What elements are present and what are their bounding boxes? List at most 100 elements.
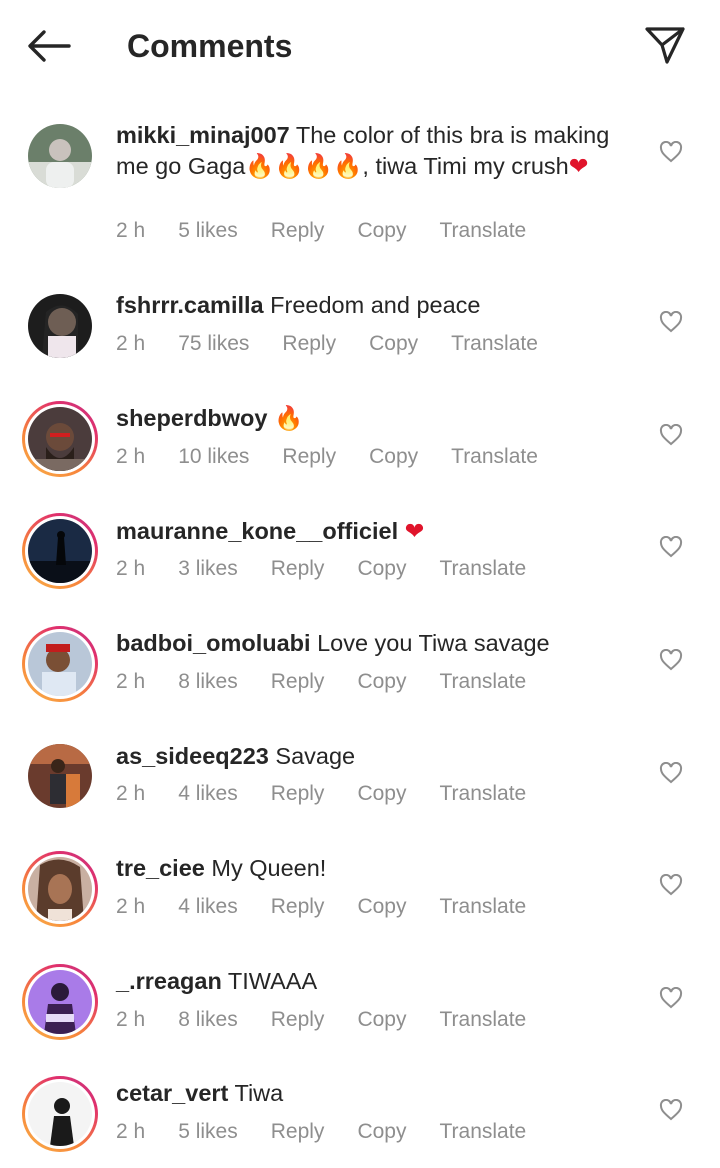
avatar-ring-gap xyxy=(25,854,95,924)
direct-share-button[interactable] xyxy=(640,22,690,68)
avatar-image xyxy=(28,632,92,696)
paper-plane-icon xyxy=(645,27,685,64)
comment-time: 2 h xyxy=(116,782,146,805)
comment-time: 2 h xyxy=(116,895,146,918)
header-bar: Comments xyxy=(0,0,720,92)
copy-button[interactable]: Copy xyxy=(369,445,418,469)
reply-button[interactable]: Reply xyxy=(271,219,325,243)
comment-username[interactable]: tre_ciee xyxy=(116,855,205,881)
translate-button[interactable]: Translate xyxy=(451,445,538,469)
likes-count[interactable]: 4 likes xyxy=(178,895,238,919)
reply-button[interactable]: Reply xyxy=(282,445,336,469)
comment-username[interactable]: badboi_omoluabi xyxy=(116,630,311,656)
reply-button[interactable]: Reply xyxy=(271,670,325,694)
avatar-image xyxy=(28,1082,92,1146)
comment-time: 2 h xyxy=(116,1008,146,1031)
comment-username[interactable]: _.rreagan xyxy=(116,968,222,994)
avatar-image xyxy=(28,407,92,471)
heart-icon xyxy=(659,311,683,333)
comment-meta: 2 h 8 likes Reply Copy Translate xyxy=(116,1005,559,1035)
arrow-left-icon xyxy=(28,30,71,62)
heart-icon xyxy=(659,424,683,446)
avatar[interactable] xyxy=(22,118,98,194)
avatar-image xyxy=(28,124,92,188)
comment-text: mauranne_kone__officiel ❤ xyxy=(116,516,636,547)
comment-meta: 2 h 10 likes Reply Copy Translate xyxy=(116,442,571,472)
like-button[interactable] xyxy=(656,420,686,450)
avatar[interactable] xyxy=(22,964,98,1040)
avatar[interactable] xyxy=(22,851,98,927)
copy-button[interactable]: Copy xyxy=(357,782,406,806)
translate-button[interactable]: Translate xyxy=(439,782,526,806)
comment-time: 2 h xyxy=(116,1120,146,1143)
red-heart-emoji-icon: ❤ xyxy=(404,517,425,545)
back-button[interactable] xyxy=(24,24,74,68)
reply-button[interactable]: Reply xyxy=(271,1120,325,1144)
avatar[interactable] xyxy=(22,513,98,589)
likes-count[interactable]: 5 likes xyxy=(178,1120,238,1144)
translate-button[interactable]: Translate xyxy=(439,1120,526,1144)
likes-count[interactable]: 4 likes xyxy=(178,782,238,806)
comment-username[interactable]: cetar_vert xyxy=(116,1080,228,1106)
avatar[interactable] xyxy=(22,626,98,702)
like-button[interactable] xyxy=(656,645,686,675)
copy-button[interactable]: Copy xyxy=(357,1008,406,1032)
likes-count[interactable]: 8 likes xyxy=(178,670,238,694)
likes-count[interactable]: 8 likes xyxy=(178,1008,238,1032)
comment-username[interactable]: mauranne_kone__officiel xyxy=(116,518,398,544)
reply-button[interactable]: Reply xyxy=(271,557,325,581)
likes-count[interactable]: 5 likes xyxy=(178,219,238,243)
copy-button[interactable]: Copy xyxy=(357,219,406,243)
like-button[interactable] xyxy=(656,532,686,562)
comment-text: cetar_vert Tiwa xyxy=(116,1078,636,1109)
comment-body: Love you Tiwa savage xyxy=(317,630,550,656)
heart-icon xyxy=(659,874,683,896)
likes-count[interactable]: 3 likes xyxy=(178,557,238,581)
heart-icon xyxy=(659,649,683,671)
comment-text: fshrrr.camilla Freedom and peace xyxy=(116,290,636,321)
comment-meta: 2 h 3 likes Reply Copy Translate xyxy=(116,554,559,584)
copy-button[interactable]: Copy xyxy=(357,670,406,694)
likes-count[interactable]: 10 likes xyxy=(178,445,249,469)
comment-time: 2 h xyxy=(116,445,146,468)
copy-button[interactable]: Copy xyxy=(357,895,406,919)
comment-meta: 2 h 5 likes Reply Copy Translate xyxy=(116,216,559,246)
translate-button[interactable]: Translate xyxy=(451,332,538,356)
avatar[interactable] xyxy=(22,401,98,477)
avatar[interactable] xyxy=(22,738,98,814)
comment-meta: 2 h 75 likes Reply Copy Translate xyxy=(116,329,571,359)
reply-button[interactable]: Reply xyxy=(271,895,325,919)
translate-button[interactable]: Translate xyxy=(439,895,526,919)
translate-button[interactable]: Translate xyxy=(439,219,526,243)
comment-username[interactable]: mikki_minaj007 xyxy=(116,122,290,148)
like-button[interactable] xyxy=(656,1095,686,1125)
comment-text: as_sideeq223 Savage xyxy=(116,741,636,772)
avatar-ring-gap xyxy=(25,967,95,1037)
reply-button[interactable]: Reply xyxy=(271,782,325,806)
avatar-ring-gap xyxy=(25,404,95,474)
translate-button[interactable]: Translate xyxy=(439,1008,526,1032)
reply-button[interactable]: Reply xyxy=(282,332,336,356)
like-button[interactable] xyxy=(656,983,686,1013)
avatar-image xyxy=(28,519,92,583)
comment-username[interactable]: as_sideeq223 xyxy=(116,743,269,769)
copy-button[interactable]: Copy xyxy=(369,332,418,356)
like-button[interactable] xyxy=(656,758,686,788)
heart-icon xyxy=(659,141,683,163)
comment-username[interactable]: fshrrr.camilla xyxy=(116,292,264,318)
avatar[interactable] xyxy=(22,1076,98,1152)
like-button[interactable] xyxy=(656,137,686,167)
reply-button[interactable]: Reply xyxy=(271,1008,325,1032)
likes-count[interactable]: 75 likes xyxy=(178,332,249,356)
translate-button[interactable]: Translate xyxy=(439,557,526,581)
copy-button[interactable]: Copy xyxy=(357,557,406,581)
comment-username[interactable]: sheperdbwoy xyxy=(116,405,267,431)
like-button[interactable] xyxy=(656,307,686,337)
copy-button[interactable]: Copy xyxy=(357,1120,406,1144)
comment-meta: 2 h 4 likes Reply Copy Translate xyxy=(116,892,559,922)
like-button[interactable] xyxy=(656,870,686,900)
translate-button[interactable]: Translate xyxy=(439,670,526,694)
avatar[interactable] xyxy=(22,288,98,364)
fire-emoji-icon: 🔥 xyxy=(303,152,334,180)
comment-body: My Queen! xyxy=(211,855,327,881)
